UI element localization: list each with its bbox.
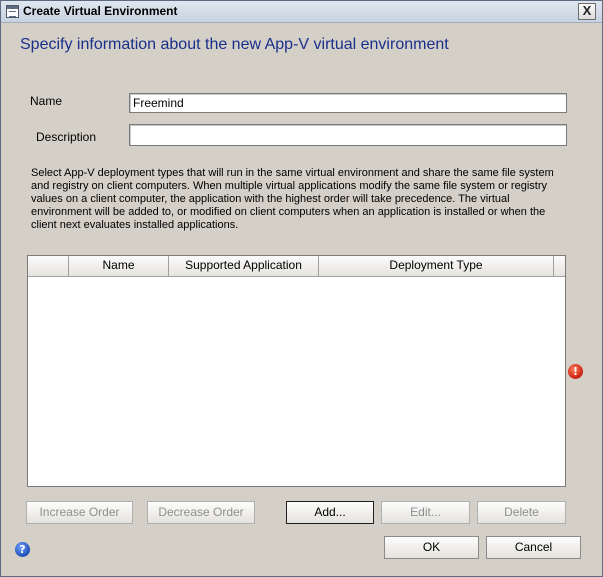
dialog-window: Create Virtual Environment X Specify inf… <box>0 0 603 577</box>
edit-button[interactable]: Edit... <box>381 501 470 524</box>
delete-button[interactable]: Delete <box>477 501 566 524</box>
page-title: Specify information about the new App-V … <box>20 36 449 53</box>
list-header: Name Supported Application Deployment Ty… <box>28 256 565 277</box>
name-label: Name <box>30 94 63 108</box>
column-header-name[interactable]: Name <box>69 256 169 276</box>
description-input[interactable] <box>129 124 567 146</box>
window-title: Create Virtual Environment <box>23 4 178 18</box>
name-input[interactable] <box>129 93 567 113</box>
decrease-order-button[interactable]: Decrease Order <box>147 501 255 524</box>
dialog-content: Specify information about the new App-V … <box>1 23 602 576</box>
ok-button[interactable]: OK <box>384 536 479 559</box>
column-header-select[interactable] <box>28 256 69 276</box>
help-icon[interactable]: ? <box>15 542 30 557</box>
column-header-filler <box>554 256 565 276</box>
column-header-deployment-type[interactable]: Deployment Type <box>319 256 554 276</box>
column-header-supported-application[interactable]: Supported Application <box>169 256 319 276</box>
warning-icon: ! <box>568 364 583 379</box>
close-button[interactable]: X <box>578 3 596 20</box>
add-button[interactable]: Add... <box>286 501 374 524</box>
instructions-text: Select App-V deployment types that will … <box>31 167 554 231</box>
deployment-type-list[interactable]: Name Supported Application Deployment Ty… <box>27 255 566 487</box>
cancel-button[interactable]: Cancel <box>486 536 581 559</box>
window-icon <box>6 5 19 18</box>
increase-order-button[interactable]: Increase Order <box>26 501 133 524</box>
description-label: Description <box>36 130 97 144</box>
title-bar[interactable]: Create Virtual Environment X <box>1 1 602 23</box>
